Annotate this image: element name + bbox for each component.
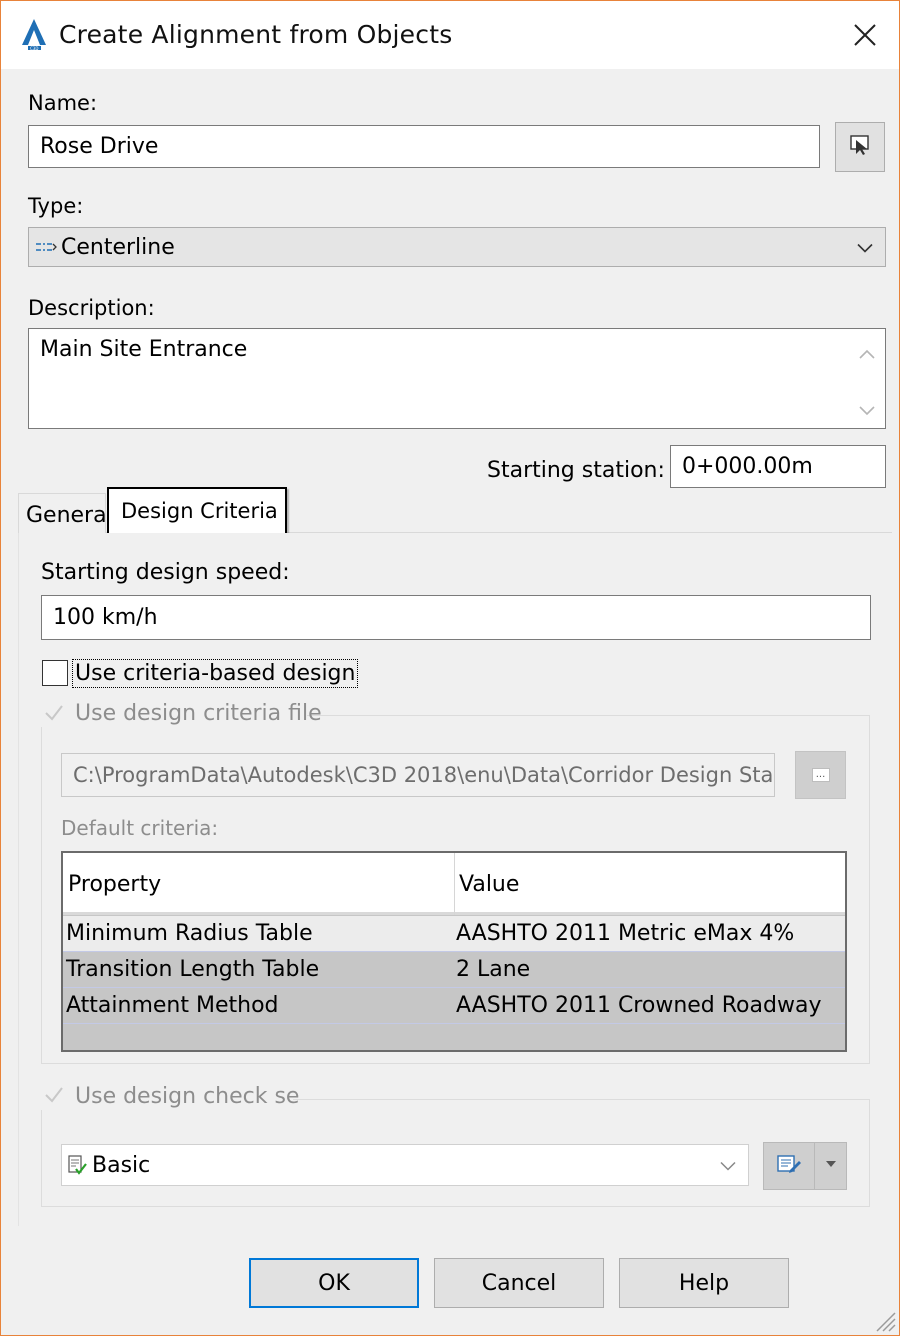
description-scrollbar[interactable] xyxy=(847,329,885,428)
description-textarea[interactable]: Main Site Entrance xyxy=(28,328,886,429)
use-criteria-label[interactable]: Use criteria-based design xyxy=(71,659,359,688)
tab-design-criteria[interactable]: Design Criteria xyxy=(107,487,287,538)
default-criteria-label: Default criteria: xyxy=(61,816,219,840)
row-value[interactable]: 2 Lane xyxy=(456,957,530,982)
centerline-icon xyxy=(35,239,57,255)
chevron-down-icon xyxy=(720,1153,736,1178)
name-label: Name: xyxy=(28,91,98,115)
default-criteria-table: Property Value Minimum Radius Table AASH… xyxy=(61,851,847,1052)
dialog-window: C3D Create Alignment from Objects Name: … xyxy=(0,0,900,1336)
starting-station-input[interactable]: 0+000.00m xyxy=(670,445,886,488)
edit-check-set-button[interactable] xyxy=(763,1142,815,1190)
row-value[interactable]: AASHTO 2011 Metric eMax 4% xyxy=(456,921,794,946)
title-bar: C3D Create Alignment from Objects xyxy=(1,1,899,69)
resize-grip-icon[interactable] xyxy=(871,1307,897,1333)
checkmark-icon xyxy=(43,1087,65,1110)
design-speed-input[interactable]: 100 km/h xyxy=(41,595,871,640)
type-value: Centerline xyxy=(61,234,175,260)
ellipsis-icon: ... xyxy=(811,768,830,782)
check-set-value: Basic xyxy=(92,1152,151,1178)
close-icon[interactable] xyxy=(845,15,885,55)
civil3d-app-icon: C3D xyxy=(19,17,49,51)
use-criteria-checkbox[interactable] xyxy=(42,660,68,686)
row-value[interactable]: AASHTO 2011 Crowned Roadway xyxy=(456,993,821,1018)
table-row[interactable]: Transition Length Table 2 Lane xyxy=(63,952,845,988)
criteria-file-path[interactable]: C:\ProgramData\Autodesk\C3D 2018\enu\Dat… xyxy=(61,753,775,797)
row-property: Minimum Radius Table xyxy=(66,921,313,946)
checkmark-icon xyxy=(43,705,65,728)
cancel-button[interactable]: Cancel xyxy=(434,1258,604,1308)
header-property[interactable]: Property xyxy=(68,872,161,897)
ok-button[interactable]: OK xyxy=(249,1258,419,1308)
table-header: Property Value xyxy=(63,853,845,915)
column-divider[interactable] xyxy=(454,853,455,915)
table-row[interactable]: Attainment Method AASHTO 2011 Crowned Ro… xyxy=(63,988,845,1024)
browse-file-button[interactable]: ... xyxy=(795,751,846,799)
check-set-icon xyxy=(66,1154,88,1176)
design-speed-label: Starting design speed: xyxy=(41,560,290,585)
use-check-set-label: Use design check se xyxy=(75,1084,300,1109)
edit-icon xyxy=(776,1152,802,1180)
check-set-dropdown[interactable]: Basic xyxy=(61,1144,749,1186)
pick-from-drawing-button[interactable] xyxy=(835,122,885,172)
scroll-up-icon[interactable] xyxy=(859,344,875,363)
pick-icon xyxy=(849,134,871,160)
description-label: Description: xyxy=(28,296,155,320)
header-value[interactable]: Value xyxy=(459,872,519,897)
help-button[interactable]: Help xyxy=(619,1258,789,1308)
table-row[interactable]: Minimum Radius Table AASHTO 2011 Metric … xyxy=(63,916,845,952)
description-value: Main Site Entrance xyxy=(40,337,248,362)
scroll-down-icon[interactable] xyxy=(859,401,875,420)
row-property: Transition Length Table xyxy=(66,957,320,982)
row-property: Attainment Method xyxy=(66,993,279,1018)
dropdown-arrow-icon xyxy=(825,1153,837,1172)
check-set-menu-button[interactable] xyxy=(814,1142,847,1190)
use-file-checkbox[interactable] xyxy=(43,702,65,724)
type-dropdown[interactable]: Centerline xyxy=(28,227,886,267)
window-title: Create Alignment from Objects xyxy=(59,20,453,49)
starting-station-label: Starting station: xyxy=(487,458,665,483)
type-label: Type: xyxy=(28,194,84,218)
chevron-down-icon xyxy=(857,235,873,260)
tab-general[interactable]: General xyxy=(18,493,113,533)
use-check-set-checkbox[interactable] xyxy=(43,1084,65,1106)
name-input[interactable]: Rose Drive xyxy=(28,125,820,168)
svg-text:C3D: C3D xyxy=(30,46,38,51)
use-file-label: Use design criteria file xyxy=(75,701,322,726)
